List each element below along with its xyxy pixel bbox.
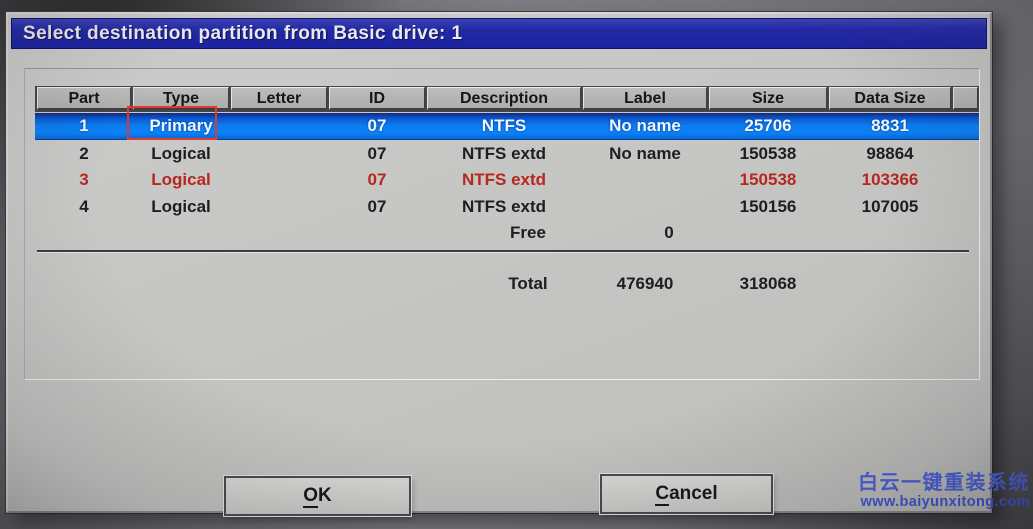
cell-letter <box>231 141 327 167</box>
cell-size: 150538 <box>709 141 827 167</box>
col-header-stub <box>953 87 978 110</box>
red-annotation-box <box>127 106 217 140</box>
ok-button[interactable]: OK <box>224 476 411 516</box>
cell-id: 07 <box>329 194 425 220</box>
col-header-label: Label <box>583 87 707 110</box>
cell-letter <box>231 194 327 220</box>
total-label: Total <box>451 271 605 297</box>
cell-part: 1 <box>37 113 131 139</box>
col-header-id: ID <box>329 87 425 110</box>
col-header-data-size: Data Size <box>829 87 951 110</box>
dialog-title: Select destination partition from Basic … <box>23 23 462 44</box>
cell-data-size: 98864 <box>829 141 951 167</box>
cell-description: NTFS extd <box>427 141 581 167</box>
cell-size: 150156 <box>709 194 827 220</box>
cell-description: NTFS <box>427 113 581 139</box>
partition-select-dialog: Select destination partition from Basic … <box>6 12 992 513</box>
cancel-hotkey-letter: C <box>655 483 669 506</box>
cell-description: NTFS extd <box>427 194 581 220</box>
cell-description: NTFS extd <box>427 167 581 193</box>
cancel-label-rest: ancel <box>669 483 718 504</box>
cell-label <box>583 167 707 193</box>
free-value: 0 <box>607 220 731 246</box>
cell-id: 07 <box>329 141 425 167</box>
cell-data-size: 107005 <box>829 194 951 220</box>
cell-part: 3 <box>37 167 131 193</box>
dialog-title-bar: Select destination partition from Basic … <box>11 18 987 49</box>
cell-size: 150538 <box>709 167 827 193</box>
cell-letter <box>231 113 327 139</box>
free-label: Free <box>451 220 605 246</box>
total-size: 476940 <box>583 271 707 297</box>
cell-size: 25706 <box>709 113 827 139</box>
table-row-partition-4[interactable]: 4 Logical 07 NTFS extd 150156 107005 <box>25 194 979 220</box>
table-row-partition-3[interactable]: 3 Logical 07 NTFS extd 150538 103366 <box>25 167 979 193</box>
cell-data-size: 8831 <box>829 113 951 139</box>
ok-label-rest: K <box>318 485 332 506</box>
cancel-button[interactable]: Cancel <box>600 474 773 514</box>
col-header-letter: Letter <box>231 87 327 110</box>
cell-data-size: 103366 <box>829 167 951 193</box>
col-header-description: Description <box>427 87 581 110</box>
table-row-partition-2[interactable]: 2 Logical 07 NTFS extd No name 150538 98… <box>25 141 979 167</box>
photo-of-screen: Select destination partition from Basic … <box>0 0 1033 529</box>
cell-type: Logical <box>133 141 229 167</box>
total-data-size: 318068 <box>709 271 827 297</box>
cell-id: 07 <box>329 167 425 193</box>
col-header-part: Part <box>37 87 131 110</box>
cell-part: 2 <box>37 141 131 167</box>
cell-part: 4 <box>37 194 131 220</box>
cell-label <box>583 194 707 220</box>
cell-letter <box>231 167 327 193</box>
total-separator-line <box>37 250 969 253</box>
cell-type: Logical <box>133 167 229 193</box>
partition-table: Part Type Letter ID Description Label Si… <box>24 68 980 380</box>
col-header-size: Size <box>709 87 827 110</box>
table-row-total: Total 476940 318068 <box>25 271 979 297</box>
cell-label: No name <box>583 141 707 167</box>
table-row-free: Free 0 <box>25 220 979 246</box>
cell-label: No name <box>583 113 707 139</box>
cell-type: Logical <box>133 194 229 220</box>
ok-hotkey-letter: O <box>303 485 318 508</box>
cell-id: 07 <box>329 113 425 139</box>
